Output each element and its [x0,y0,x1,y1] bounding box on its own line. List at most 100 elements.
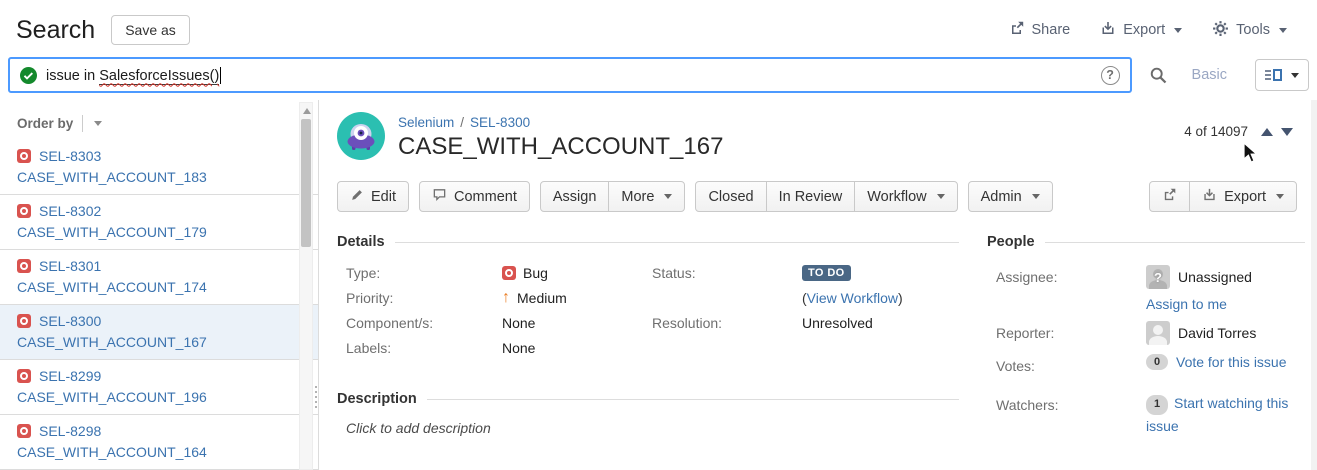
breadcrumb: Selenium/SEL-8300 [398,115,723,130]
issue-list-item[interactable]: SEL-8302 CASE_WITH_ACCOUNT_179 [0,195,318,250]
basic-mode-switch[interactable]: Basic [1192,67,1227,83]
share-icon [1009,20,1025,40]
assign-to-me-link[interactable]: Assign to me [1146,296,1227,312]
chevron-down-icon [1276,194,1284,199]
chevron-down-icon [94,121,102,126]
share-icon [1162,187,1177,206]
view-workflow: (View Workflow) [802,290,903,306]
assign-button[interactable]: Assign [540,181,610,212]
issue-summary-link[interactable]: CASE_WITH_ACCOUNT_174 [17,279,294,295]
issue-summary-link[interactable]: CASE_WITH_ACCOUNT_167 [17,334,294,350]
next-issue-arrow-icon[interactable] [1281,128,1293,136]
issue-list-item[interactable]: SEL-8298 CASE_WITH_ACCOUNT_164 [0,415,318,470]
project-avatar [337,112,385,160]
page-title: Search [16,16,95,45]
export-icon [1100,20,1116,40]
priority-label: Priority: [346,290,502,306]
comment-button[interactable]: Comment [419,181,530,212]
bug-type-icon [17,369,31,383]
issue-key-link[interactable]: SEL-8301 [39,258,101,274]
bug-type-icon [17,314,31,328]
search-icon[interactable] [1149,66,1168,85]
vote-link[interactable]: Vote for this issue [1176,354,1287,370]
issue-summary-link[interactable]: CASE_WITH_ACCOUNT_164 [17,444,294,460]
issue-list-item[interactable]: SEL-8299 CASE_WITH_ACCOUNT_196 [0,360,318,415]
share-button[interactable]: Share [1009,20,1071,40]
jql-search-input[interactable]: issue in SalesforceIssues() ? [8,57,1132,93]
header-actions: Share Export Tools [1009,20,1301,41]
previous-issue-arrow-icon[interactable] [1261,128,1273,136]
assign-button-group: Assign More [540,181,686,212]
in-review-transition-button[interactable]: In Review [766,181,856,212]
drag-handle-icon[interactable] [315,386,317,408]
issue-summary-link[interactable]: CASE_WITH_ACCOUNT_196 [17,389,294,405]
pencil-icon [350,188,364,206]
issue-key-link[interactable]: SEL-8298 [39,423,101,439]
export-icon [1202,187,1217,206]
reporter-avatar [1146,321,1170,345]
issue-key-link[interactable]: SEL-8300 [39,313,101,329]
unassigned-avatar: ? [1146,265,1170,289]
type-label: Type: [346,265,502,281]
issue-header-text: Selenium/SEL-8300 CASE_WITH_ACCOUNT_167 [398,112,723,161]
sidebar-scrollbar[interactable] [299,102,313,470]
breadcrumb-project-link[interactable]: Selenium [398,115,454,130]
results-pagination: 4 of 14097 [1184,124,1317,139]
edit-button[interactable]: Edit [337,181,409,212]
chevron-down-icon [1174,28,1182,33]
watchers-label: Watchers: [996,393,1146,436]
detail-view-layout-icon [1265,69,1282,81]
issue-list-item[interactable]: SEL-8301 CASE_WITH_ACCOUNT_174 [0,250,318,305]
votes-count-badge: 0 [1146,354,1168,370]
export-menu-button[interactable]: Export [1100,20,1182,40]
save-as-button[interactable]: Save as [111,15,190,45]
divider [82,115,83,132]
issue-summary-link[interactable]: CASE_WITH_ACCOUNT_183 [17,169,294,185]
order-by-control[interactable]: Order by [0,106,318,140]
workflow-menu-button[interactable]: Workflow [854,181,957,212]
admin-menu-button[interactable]: Admin [968,181,1053,212]
chevron-down-icon [1032,194,1040,199]
description-placeholder[interactable]: Click to add description [337,407,959,436]
layout-switcher-button[interactable] [1255,59,1309,91]
type-value: Bug [502,265,548,281]
export-issue-button[interactable]: Export [1189,181,1297,212]
workflow-button-group: Closed In Review Workflow [695,181,957,212]
status-badge: TO DO [802,265,851,281]
reporter-label: Reporter: [996,321,1146,345]
assignee-label: Assignee: [996,265,1146,312]
issue-detail-pane: Selenium/SEL-8300 CASE_WITH_ACCOUNT_167 … [319,100,1317,470]
app-header: Search Save as Share Export Tools [0,0,1317,52]
people-heading: People [987,234,1035,250]
scroll-up-arrow-icon[interactable] [303,108,311,114]
priority-value: ↑ Medium [502,290,567,306]
syntax-help-icon[interactable]: ? [1101,66,1120,85]
issue-key-link[interactable]: SEL-8303 [39,148,101,164]
reporter-value: David Torres [1178,325,1256,341]
breadcrumb-issue-link[interactable]: SEL-8300 [470,115,530,130]
bug-type-icon [17,204,31,218]
tools-menu-button[interactable]: Tools [1212,20,1287,41]
share-issue-button[interactable] [1149,181,1190,212]
chevron-down-icon [664,194,672,199]
scrollbar-thumb[interactable] [301,119,311,247]
divider [1045,242,1305,243]
issue-list-item[interactable]: SEL-8303 CASE_WITH_ACCOUNT_183 [0,140,318,195]
text-cursor [220,67,221,84]
issue-list-item[interactable]: SEL-8300 CASE_WITH_ACCOUNT_167 [0,305,318,360]
page-scrollbar[interactable] [1311,100,1317,470]
issue-summary-link[interactable]: CASE_WITH_ACCOUNT_179 [17,224,294,240]
people-section: People Assignee: ? Unassigned Assign to … [987,234,1317,445]
issue-key-link[interactable]: SEL-8302 [39,203,101,219]
bug-type-icon [17,259,31,273]
view-workflow-link[interactable]: View Workflow [807,290,898,306]
bug-type-icon [17,424,31,438]
issue-key-link[interactable]: SEL-8299 [39,368,101,384]
gear-icon [1212,20,1229,41]
export-button-group: Export [1149,181,1297,212]
issue-list: SEL-8303 CASE_WITH_ACCOUNT_183 SEL-8302 … [0,140,318,470]
watchers-count-badge: 1 [1146,395,1168,415]
more-menu-button[interactable]: More [608,181,685,212]
content-area: Order by SEL-8303 CASE_WITH_ACCOUNT_183 … [0,100,1317,470]
closed-transition-button[interactable]: Closed [695,181,766,212]
